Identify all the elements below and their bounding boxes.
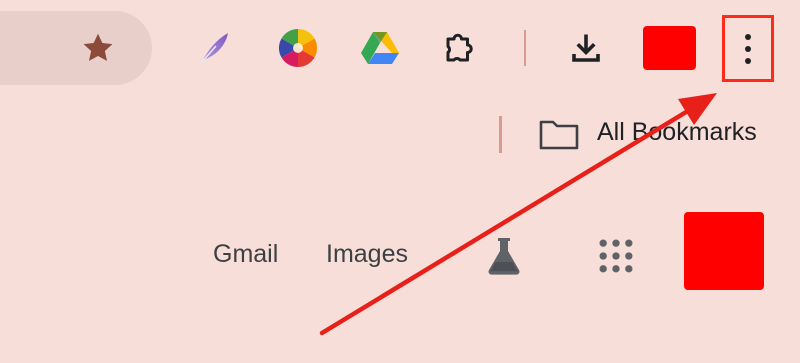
images-link[interactable]: Images: [326, 240, 408, 269]
all-bookmarks-link[interactable]: All Bookmarks: [597, 118, 757, 147]
folder-icon[interactable]: [538, 117, 580, 151]
gmail-link[interactable]: Gmail: [213, 240, 278, 269]
google-drive-icon[interactable]: [358, 26, 402, 70]
quill-icon[interactable]: [192, 26, 236, 70]
apps-grid-icon[interactable]: [594, 234, 638, 278]
flask-icon[interactable]: [480, 232, 528, 280]
kebab-menu-icon: [745, 33, 751, 64]
profile-button[interactable]: [643, 26, 696, 70]
menu-button[interactable]: [722, 15, 774, 82]
star-icon[interactable]: [80, 30, 116, 66]
download-icon[interactable]: [564, 26, 608, 70]
toolbar-divider: [524, 30, 526, 66]
color-wheel-icon[interactable]: [276, 26, 320, 70]
bookmarks-divider: [499, 116, 502, 153]
omnibox[interactable]: [0, 11, 152, 85]
puzzle-icon[interactable]: [438, 26, 482, 70]
account-avatar[interactable]: [684, 212, 764, 290]
